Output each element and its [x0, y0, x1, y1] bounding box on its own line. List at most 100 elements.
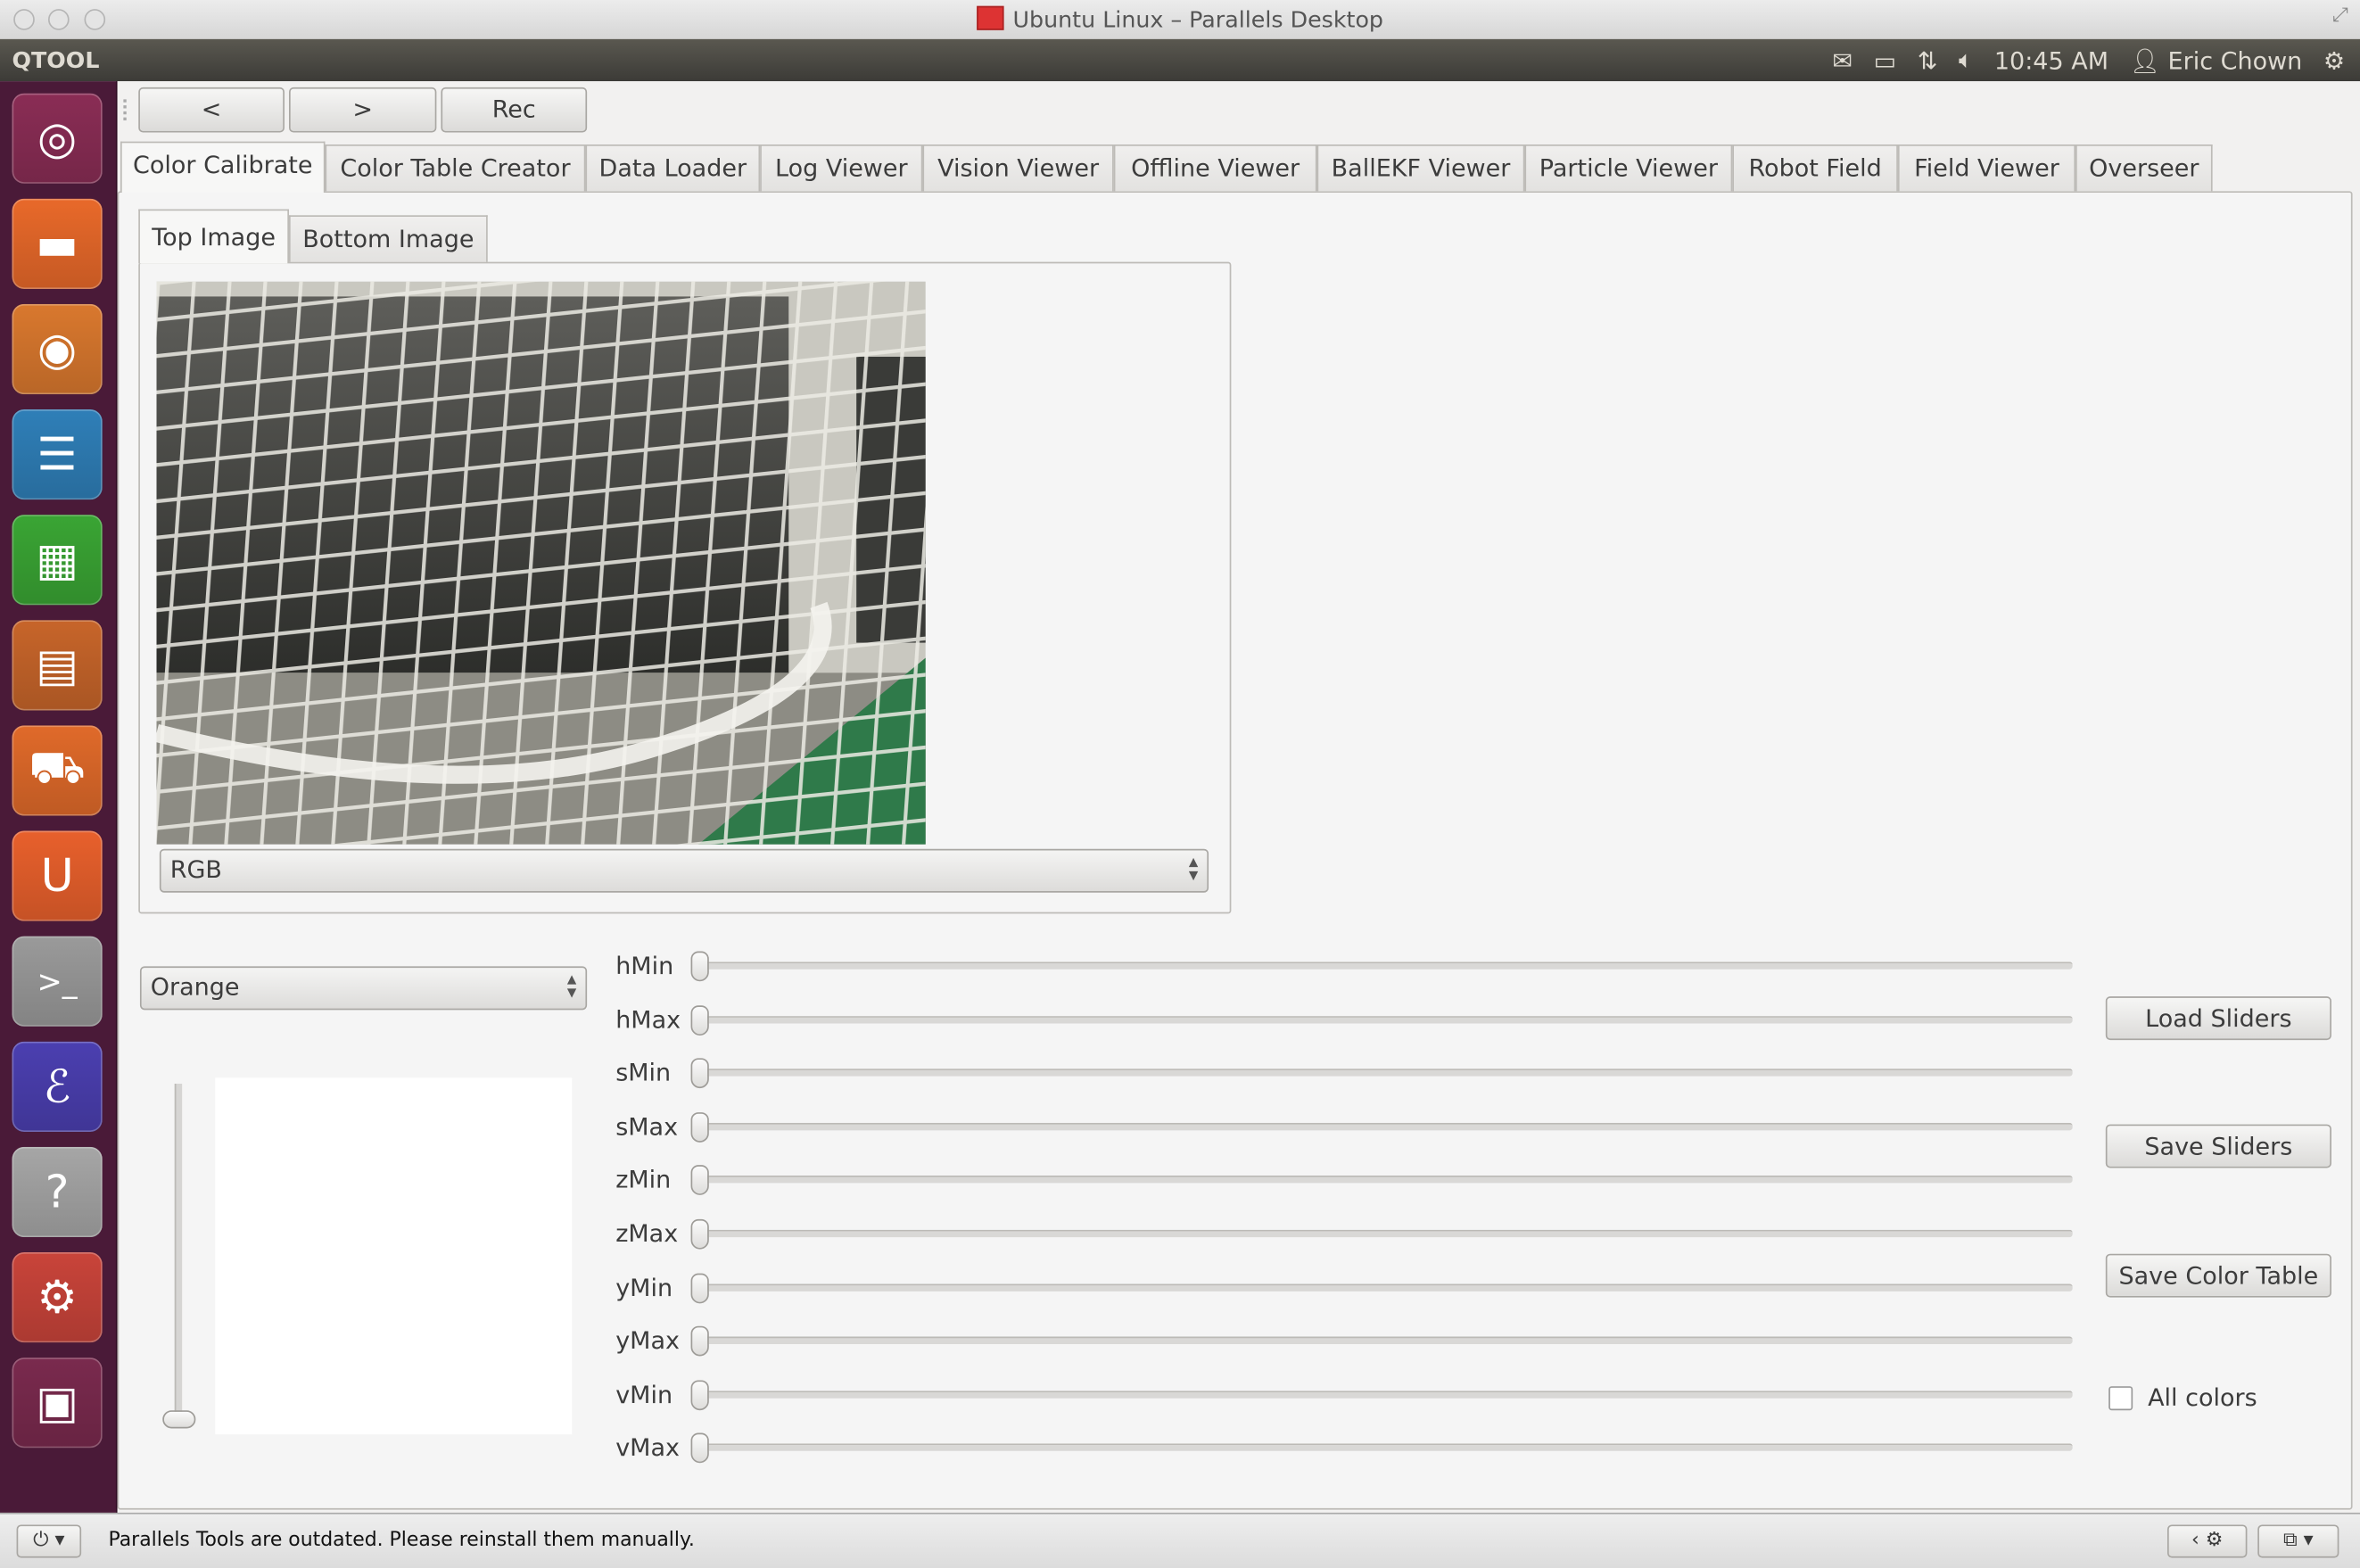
network-icon[interactable]: ⇅ [1918, 45, 1938, 74]
slider-label-zmax: zMax [615, 1218, 679, 1248]
slider-label-vmin: vMin [615, 1380, 673, 1409]
slider-label-ymax: yMax [615, 1326, 680, 1356]
user-menu[interactable]: 👤︎ Eric Chown [2130, 45, 2303, 74]
fullscreen-icon[interactable]: ⤢ [2332, 4, 2348, 27]
slider-track-ymax[interactable] [695, 1336, 2073, 1345]
launcher-system-settings-icon[interactable]: ⚙ [12, 1252, 103, 1343]
parallels-status-bar: ⏻ ▾ Parallels Tools are outdated. Please… [0, 1512, 2360, 1568]
image-mode-value: RGB [169, 854, 222, 884]
tab-color-table-creator[interactable]: Color Table Creator [325, 144, 586, 192]
slider-track-zmax[interactable] [695, 1229, 2073, 1238]
tab-overseer[interactable]: Overseer [2075, 144, 2213, 192]
launcher-dash-home-icon[interactable]: ◎ [12, 93, 103, 184]
launcher-software-center-icon[interactable]: ⛟ [12, 725, 103, 816]
all-colors-checkbox[interactable] [2108, 1386, 2133, 1411]
gear-icon: ‹ ⚙ [2191, 1529, 2224, 1552]
slider-label-hmin: hMin [615, 951, 674, 980]
slider-handle-zmin[interactable] [690, 1165, 710, 1196]
launcher-files-icon[interactable]: ▬ [12, 198, 103, 289]
window-title-text: Ubuntu Linux – Parallels Desktop [1012, 5, 1383, 34]
slider-label-hmax: hMax [615, 1004, 681, 1034]
slider-handle-smax[interactable] [690, 1111, 710, 1143]
user-icon: 👤︎ [2129, 45, 2160, 75]
launcher: ◎ ▬ ◉ ☰ ▦ ▤ ⛟ U >_ ℰ? ⚙ ▣ [0, 81, 118, 1513]
app-name: QTOOL [12, 46, 100, 74]
launcher-libreoffice-writer-icon[interactable]: ☰ [12, 409, 103, 500]
tab-field-viewer[interactable]: Field Viewer [1897, 144, 2076, 192]
load-sliders-button[interactable]: Load Sliders [2105, 996, 2331, 1041]
launcher-workspace-switcher-icon[interactable]: ▣ [12, 1358, 103, 1448]
slider-track-ymin[interactable] [695, 1283, 2073, 1292]
parallels-icon [977, 5, 1004, 30]
launcher-firefox-icon[interactable]: ◉ [12, 303, 103, 395]
slider-handle-vmax[interactable] [690, 1433, 710, 1464]
status-message: Parallels Tools are outdated. Please rei… [108, 1529, 695, 1552]
user-name: Eric Chown [2167, 45, 2303, 75]
slider-track-hmax[interactable] [695, 1015, 2073, 1023]
slider-track-vmin[interactable] [695, 1390, 2073, 1399]
slider-handle-ymax[interactable] [690, 1326, 710, 1357]
slider-label-smax: sMax [615, 1111, 679, 1141]
camera-image [156, 281, 926, 845]
slider-handle-zmax[interactable] [690, 1218, 710, 1250]
next-button[interactable]: > [289, 87, 437, 133]
battery-icon[interactable]: ▭ [1874, 45, 1897, 74]
tab-log-viewer[interactable]: Log Viewer [760, 144, 923, 192]
view-mode-button[interactable]: ⧉ ▾ [2257, 1524, 2339, 1558]
slider-label-vmax: vMax [615, 1433, 680, 1463]
launcher-help-icon[interactable]: ? [12, 1146, 103, 1238]
slider-handle-hmax[interactable] [690, 1004, 710, 1036]
updown-arrow-icon: ▲ ▼ [566, 972, 577, 1000]
volume-icon[interactable]: 🔈︎ [1959, 45, 1973, 76]
slider-track-vmax[interactable] [695, 1443, 2073, 1452]
slider-track-smin[interactable] [695, 1069, 2073, 1077]
power-icon: ⏻ ▾ [33, 1529, 65, 1552]
color-preview [215, 1077, 573, 1435]
window-mode-icon: ⧉ ▾ [2282, 1529, 2314, 1552]
power-gear-icon[interactable]: ⚙ [2323, 45, 2345, 74]
slider-handle-smin[interactable] [690, 1058, 710, 1089]
vertical-slider-handle[interactable] [162, 1410, 196, 1429]
launcher-libreoffice-calc-icon[interactable]: ▦ [12, 515, 103, 606]
mail-icon[interactable]: ✉ [1832, 45, 1853, 74]
tab-offline-viewer[interactable]: Offline Viewer [1113, 144, 1317, 192]
slider-handle-vmin[interactable] [690, 1380, 710, 1410]
launcher-ubuntu-one-icon[interactable]: U [12, 830, 103, 921]
color-select[interactable]: Orange ▲ ▼ [139, 966, 588, 1011]
settings-button[interactable]: ‹ ⚙ [2167, 1524, 2248, 1558]
slider-label-zmin: zMin [615, 1165, 672, 1194]
tab-ballekf-viewer[interactable]: BallEKF Viewer [1316, 144, 1525, 192]
slider-label-ymin: yMin [615, 1272, 673, 1302]
vertical-slider-track[interactable] [174, 1084, 183, 1423]
save-color-table-button[interactable]: Save Color Table [2105, 1253, 2331, 1298]
rec-button[interactable]: Rec [441, 87, 588, 133]
image-mode-select[interactable]: RGB ▲ ▼ [159, 848, 1209, 893]
window-title: Ubuntu Linux – Parallels Desktop [0, 5, 2360, 34]
launcher-libreoffice-impress-icon[interactable]: ▤ [12, 620, 103, 711]
launcher-terminal-icon[interactable]: >_ [12, 936, 103, 1027]
tab-color-calibrate[interactable]: Color Calibrate [120, 141, 326, 193]
mac-title-bar: Ubuntu Linux – Parallels Desktop ⤢ [0, 0, 2360, 41]
tab-particle-viewer[interactable]: Particle Viewer [1524, 144, 1733, 192]
slider-track-zmin[interactable] [695, 1176, 2073, 1184]
tab-robot-field[interactable]: Robot Field [1732, 144, 1898, 192]
screen: Ubuntu Linux – Parallels Desktop ⤢ QTOOL… [0, 0, 2360, 1568]
slider-track-hmin[interactable] [695, 961, 2073, 970]
tab-data-loader[interactable]: Data Loader [585, 144, 761, 192]
slider-label-smin: sMin [615, 1058, 672, 1087]
tab-vision-viewer[interactable]: Vision Viewer [922, 144, 1114, 192]
slider-track-smax[interactable] [695, 1122, 2073, 1130]
toolbar-grip[interactable] [123, 99, 130, 120]
color-value: Orange [150, 972, 240, 1002]
subtab-bottom-image[interactable]: Bottom Image [289, 215, 488, 262]
prev-button[interactable]: < [138, 87, 285, 133]
slider-handle-ymin[interactable] [690, 1272, 710, 1303]
subtab-top-image[interactable]: Top Image [138, 209, 289, 264]
ubuntu-top-panel: QTOOL ✉ ▭ ⇅ 🔈︎ 10:45 AM 👤︎ Eric Chown ⚙ [0, 38, 2360, 82]
save-sliders-button[interactable]: Save Sliders [2105, 1124, 2331, 1168]
power-menu-button[interactable]: ⏻ ▾ [16, 1524, 82, 1558]
launcher-emacs-icon[interactable]: ℰ [12, 1041, 103, 1132]
clock[interactable]: 10:45 AM [1994, 45, 2108, 74]
updown-arrow-icon: ▲ ▼ [1188, 854, 1199, 882]
slider-handle-hmin[interactable] [690, 951, 710, 982]
